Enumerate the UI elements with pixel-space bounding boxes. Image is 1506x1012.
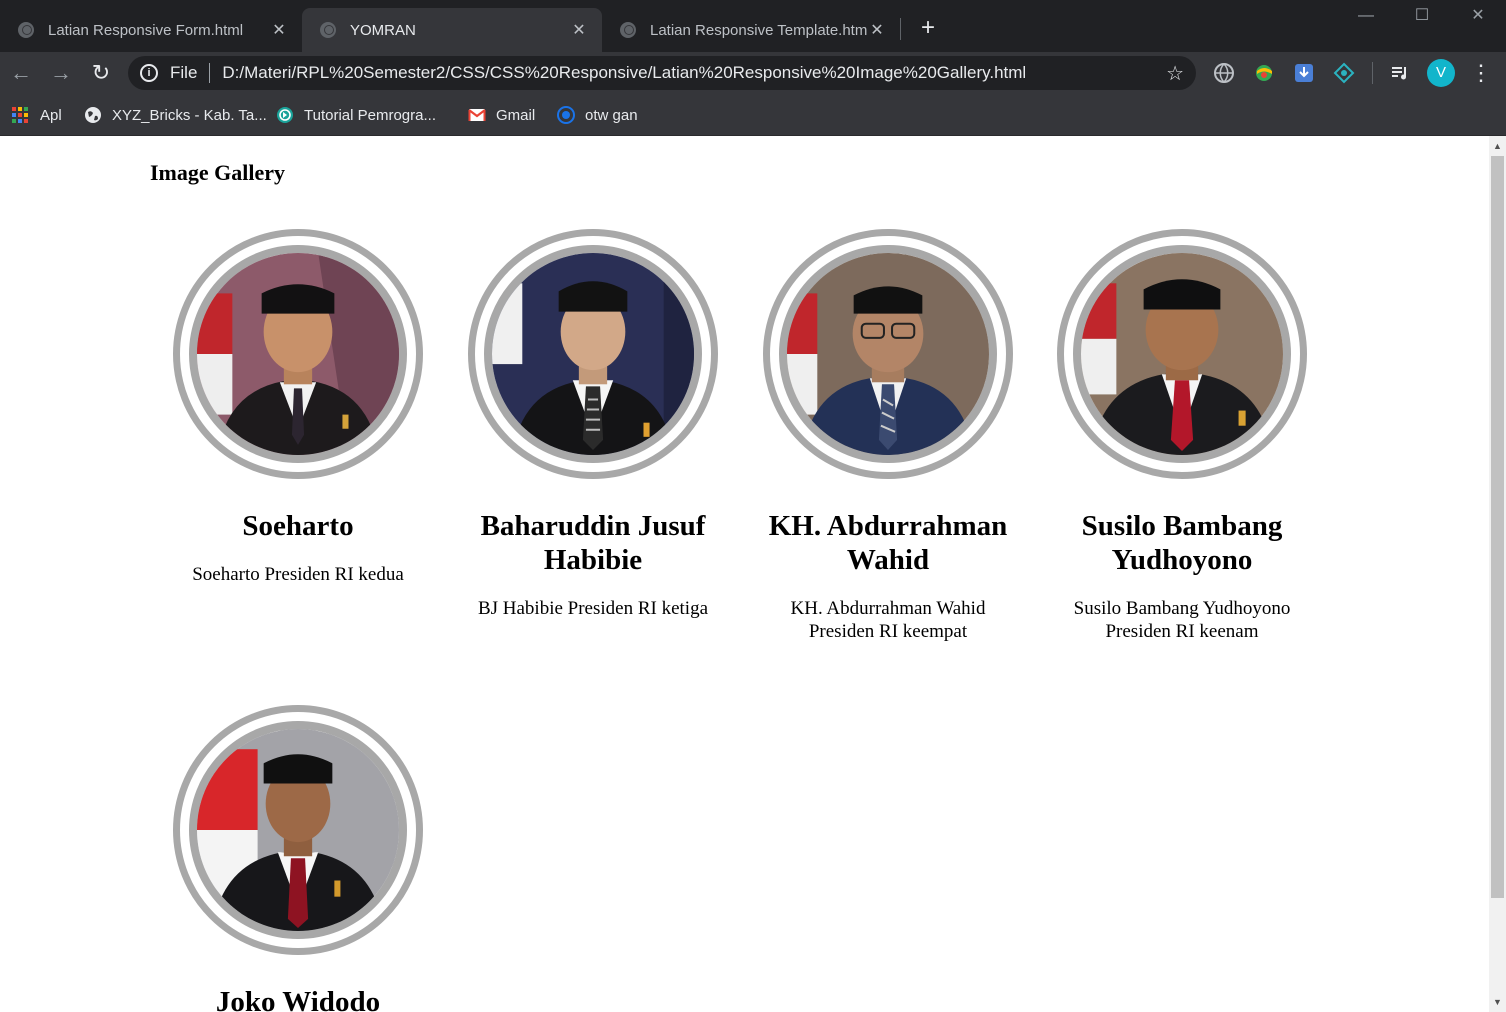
portrait-habibie	[492, 253, 694, 455]
portrait-soeharto	[197, 253, 399, 455]
close-icon[interactable]: ✕	[868, 20, 886, 40]
new-tab-button[interactable]: +	[914, 14, 942, 42]
scrollbar-thumb[interactable]	[1491, 156, 1504, 898]
card-description: Soeharto Presiden RI kedua	[192, 564, 404, 585]
gallery-card-habibie: Baharuddin Jusuf Habibie BJ Habibie Pres…	[468, 229, 718, 620]
globe-icon	[620, 22, 636, 38]
portrait-image	[779, 245, 997, 463]
browser-toolbar: ← → ↻ i File D:/Materi/RPL%20Semester2/C…	[0, 52, 1506, 94]
teal-extension-icon[interactable]	[1333, 62, 1355, 84]
card-description: KH. Abdurrahman Wahid Presiden RI keempa…	[790, 598, 986, 642]
gallery-card-abdurrahman-wahid: KH. Abdurrahman Wahid KH. Abdurrahman Wa…	[763, 229, 1013, 643]
scroll-up-arrow-icon[interactable]: ▲	[1489, 138, 1506, 155]
address-bar[interactable]: i File D:/Materi/RPL%20Semester2/CSS/CSS…	[128, 56, 1196, 90]
tab-yomran[interactable]: YOMRAN ✕	[302, 8, 602, 52]
download-extension-icon[interactable]	[1293, 62, 1315, 84]
card-title: Susilo Bambang Yudhoyono	[1081, 510, 1283, 576]
tab-title: Latian Responsive Template.html	[650, 21, 868, 39]
minimize-button[interactable]: —	[1338, 2, 1394, 30]
page-title: Image Gallery	[150, 160, 286, 185]
bookmark-tutorial-pemrograman[interactable]: Tutorial Pemrogra...	[276, 104, 436, 126]
photo-frame	[173, 229, 423, 479]
card-title: Joko Widodo	[215, 986, 381, 1012]
globe-icon	[18, 22, 34, 38]
address-url[interactable]: D:/Materi/RPL%20Semester2/CSS/CSS%20Resp…	[222, 63, 1026, 83]
bookmark-label: otw gan	[585, 106, 638, 124]
bookmark-otw-gan[interactable]: otw gan	[557, 104, 638, 126]
globe-icon	[85, 107, 101, 123]
bookmark-label: Tutorial Pemrogra...	[304, 106, 436, 124]
maximize-button[interactable]: ☐	[1394, 2, 1450, 30]
bookmark-label: Apl	[40, 106, 62, 124]
gallery-card-soeharto: Soeharto Soeharto Presiden RI kedua	[173, 229, 423, 586]
globe-icon	[320, 22, 336, 38]
info-icon[interactable]: i	[140, 64, 158, 82]
tab-title: Latian Responsive Form.html	[48, 21, 244, 39]
bookmark-gmail[interactable]: Gmail	[468, 104, 535, 126]
gallery-card-susilo-bambang-yudhoyono: Susilo Bambang Yudhoyono Susilo Bambang …	[1057, 229, 1307, 643]
page-viewport: Image Gallery Soeharto Soeharto Presiden…	[0, 136, 1489, 1012]
tab-title: YOMRAN	[350, 21, 416, 39]
address-divider	[209, 63, 211, 83]
portrait-image	[189, 245, 407, 463]
tab-strip: Latian Responsive Form.html ✕ YOMRAN ✕ L…	[0, 0, 1506, 52]
blue-circle-icon	[557, 106, 575, 124]
media-control-icon[interactable]	[1389, 62, 1411, 84]
portrait-image	[1073, 245, 1291, 463]
card-title: Soeharto	[242, 510, 354, 542]
close-window-button[interactable]: ✕	[1450, 2, 1506, 30]
colorful-extension-icon[interactable]	[1253, 62, 1275, 84]
photo-frame	[763, 229, 1013, 479]
tab-latian-responsive-template[interactable]: Latian Responsive Template.html ✕	[602, 8, 900, 52]
photo-frame	[468, 229, 718, 479]
portrait-abdurrahman-wahid	[787, 253, 989, 455]
address-scheme-label: File	[170, 63, 198, 82]
forward-button[interactable]: →	[46, 58, 76, 88]
photo-frame	[173, 705, 423, 955]
portrait-image	[189, 721, 407, 939]
menu-button[interactable]: ⋮	[1466, 58, 1496, 88]
bookmark-star-icon[interactable]: ☆	[1166, 61, 1184, 86]
portrait-joko-widodo	[197, 729, 399, 931]
bookmarks-bar: Apl XYZ_Bricks - Kab. Ta... Tutorial Pem…	[0, 94, 1506, 136]
card-description: BJ Habibie Presiden RI ketiga	[477, 598, 709, 619]
tab-divider	[900, 18, 901, 40]
globe-extension-icon[interactable]	[1213, 62, 1235, 84]
portrait-image	[484, 245, 702, 463]
card-description: Susilo Bambang Yudhoyono Presiden RI kee…	[1073, 598, 1291, 642]
toolbar-divider	[1372, 62, 1373, 84]
scroll-down-arrow-icon[interactable]: ▼	[1489, 994, 1506, 1011]
card-title: KH. Abdurrahman Wahid	[768, 510, 1008, 576]
close-icon[interactable]: ✕	[570, 20, 588, 40]
bookmark-label: Gmail	[496, 106, 536, 124]
profile-avatar[interactable]: V	[1427, 59, 1455, 87]
bookmark-xyz-bricks[interactable]: XYZ_Bricks - Kab. Ta...	[84, 104, 267, 126]
gmail-icon	[468, 109, 486, 121]
back-button[interactable]: ←	[6, 58, 36, 88]
tab-latian-responsive-form[interactable]: Latian Responsive Form.html ✕	[0, 8, 302, 52]
gallery-card-joko-widodo: Joko Widodo	[173, 705, 423, 1012]
close-icon[interactable]: ✕	[270, 20, 288, 40]
reload-button[interactable]: ↻	[86, 58, 116, 88]
apps-grid-icon	[12, 107, 28, 123]
bookmark-apl[interactable]: Apl	[12, 104, 62, 126]
teal-circle-icon	[277, 107, 293, 123]
bookmark-label: XYZ_Bricks - Kab. Ta...	[112, 106, 267, 124]
portrait-susilo-bambang-yudhoyono	[1081, 253, 1283, 455]
photo-frame	[1057, 229, 1307, 479]
card-title: Baharuddin Jusuf Habibie	[480, 510, 706, 576]
